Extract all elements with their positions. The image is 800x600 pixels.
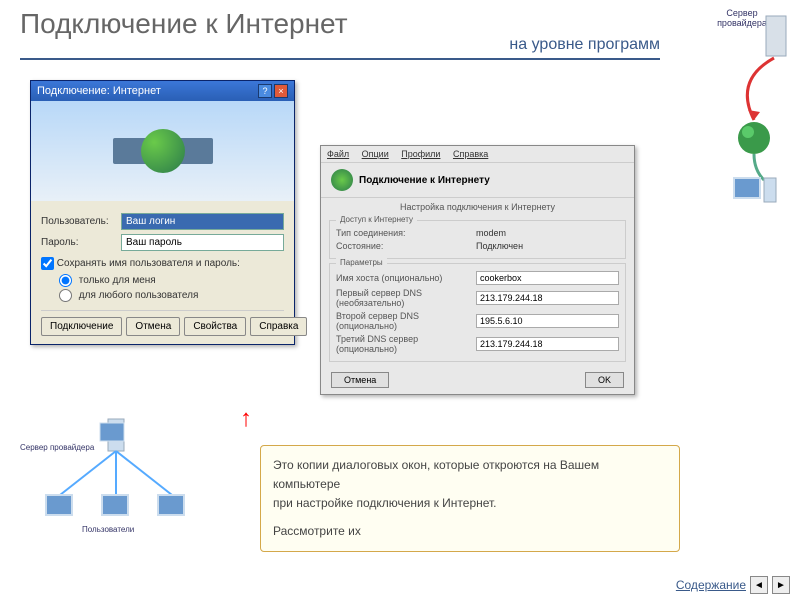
settings-cancel-button[interactable]: Отмена [331,372,389,388]
password-input[interactable] [121,234,284,251]
dns1-input[interactable] [476,291,619,305]
arrow-up-icon: ↑ [240,405,252,433]
save-credentials-label: Сохранять имя пользователя и пароль: [57,258,240,269]
help-titlebar-button[interactable]: ? [258,84,272,98]
provider-illustration [704,10,794,210]
prev-button[interactable]: ◄ [750,576,768,594]
params-section-title: Параметры [336,258,387,267]
dns2-label: Второй сервер DNS (опционально) [336,311,476,331]
users-label: Пользователи [82,525,134,534]
any-user-radio[interactable] [59,289,72,302]
save-credentials-checkbox[interactable] [41,257,54,270]
dialog-subheading: Настройка подключения к Интернету [321,198,634,216]
globe-plug-icon [331,169,353,191]
header-rule [20,58,660,60]
settings-dialog: Файл Опции Профили Справка Подключение к… [320,145,635,395]
username-input[interactable] [121,213,284,230]
footer-nav: Содержание ◄ ► [676,576,790,594]
conn-state-value: Подключен [476,241,523,251]
conn-state-label: Состояние: [336,241,476,251]
connect-button[interactable]: Подключение [41,317,122,336]
host-label: Имя хоста (опционально) [336,273,476,283]
header: Подключение к Интернет на уровне програм… [0,0,800,60]
help-button[interactable]: Справка [250,317,307,336]
menu-options[interactable]: Опции [362,149,389,159]
explain-line2: при настройке подключения к Интернет. [273,494,667,513]
contents-link[interactable]: Содержание [676,578,746,592]
menu-bar: Файл Опции Профили Справка [321,146,634,163]
dialog-heading: Подключение к Интернету [359,175,490,186]
conn-type-label: Тип соединения: [336,228,476,238]
dns3-label: Третий DNS сервер (опционально) [336,334,476,354]
cancel-button[interactable]: Отмена [126,317,180,336]
password-label: Пароль: [41,237,121,248]
dialog-illustration [31,101,294,201]
menu-help[interactable]: Справка [453,149,488,159]
dns3-input[interactable] [476,337,619,351]
connection-dialog: Подключение: Интернет ? × Пользователь: … [30,80,295,345]
only-me-label: только для меня [79,275,156,286]
only-me-radio[interactable] [59,274,72,287]
menu-profiles[interactable]: Профили [401,149,440,159]
access-section-title: Доступ к Интернету [336,215,417,224]
dialog-titlebar[interactable]: Подключение: Интернет ? × [31,81,294,101]
dns2-input[interactable] [476,314,619,328]
properties-button[interactable]: Свойства [184,317,246,336]
globe-icon [141,129,185,173]
explain-line3: Рассмотрите их [273,522,667,541]
settings-ok-button[interactable]: OK [585,372,624,388]
explain-line1: Это копии диалоговых окон, которые откро… [273,456,667,494]
conn-type-value: modem [476,228,506,238]
username-label: Пользователь: [41,216,121,227]
network-diagram: Сервер провайдера Пользователи [20,415,220,575]
dns1-label: Первый сервер DNS (необязательно) [336,288,476,308]
host-input[interactable] [476,271,619,285]
dialog-title-text: Подключение: Интернет [37,85,161,97]
close-titlebar-button[interactable]: × [274,84,288,98]
explanation-box: Это копии диалоговых окон, которые откро… [260,445,680,552]
next-button[interactable]: ► [772,576,790,594]
any-user-label: для любого пользователя [79,290,199,301]
server-label: Сервер провайдера [20,443,94,452]
menu-file[interactable]: Файл [327,149,349,159]
